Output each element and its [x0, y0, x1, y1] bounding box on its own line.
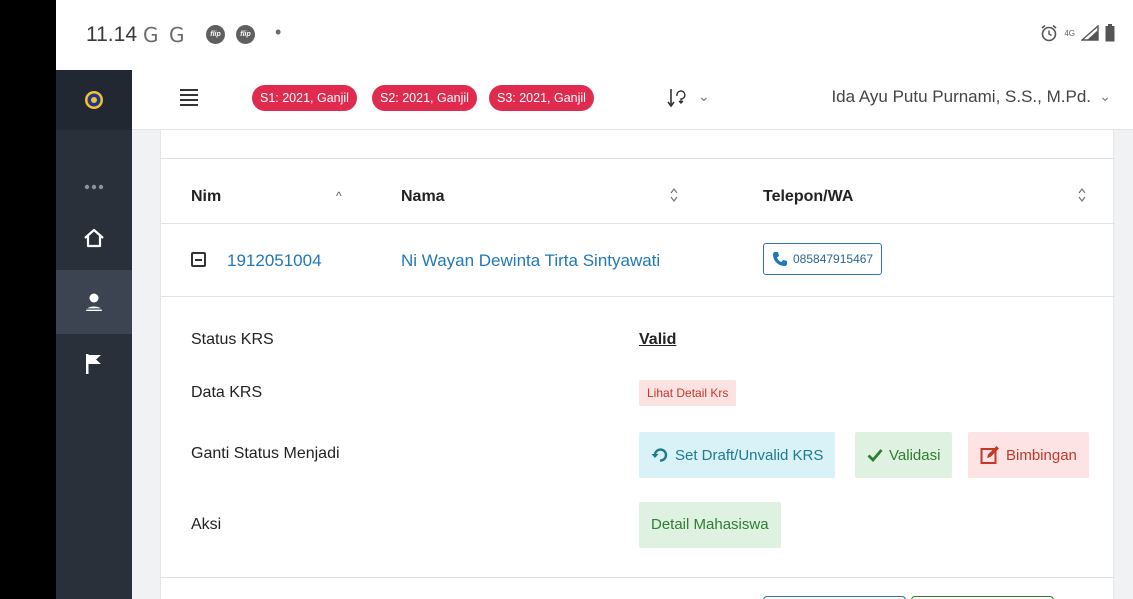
- more-dots-icon: [84, 184, 104, 190]
- status-icons: 4G: [1040, 24, 1115, 42]
- ganti-status-label: Ganti Status Menjadi: [191, 445, 340, 462]
- sort-both-icon[interactable]: [1077, 187, 1087, 203]
- google-icon: G: [169, 23, 185, 47]
- header-nama[interactable]: Nama: [401, 188, 445, 206]
- data-krs-label: Data KRS: [191, 384, 263, 401]
- set-draft-button[interactable]: Set Draft/Unvalid KRS: [639, 432, 836, 478]
- sidebar-item-students[interactable]: [56, 270, 132, 334]
- detail-bottom-divider: [161, 577, 1115, 578]
- header-divider: [161, 223, 1115, 224]
- aksi-label: Aksi: [191, 516, 222, 533]
- phone-number: 085847915467: [793, 252, 874, 266]
- set-draft-label: Set Draft/Unvalid KRS: [675, 446, 824, 464]
- sort-both-icon[interactable]: [669, 187, 679, 203]
- flip-icon: flip: [206, 25, 225, 44]
- lihat-detail-krs-button[interactable]: Lihat Detail Krs: [639, 380, 737, 406]
- detail-mahasiswa-button[interactable]: Detail Mahasiswa: [639, 502, 781, 548]
- sort-asc-icon[interactable]: ^: [336, 189, 342, 203]
- phone-icon: [773, 252, 787, 266]
- semester-pill-2[interactable]: S2: 2021, Ganjil: [372, 85, 477, 111]
- bimbingan-button[interactable]: Bimbingan: [968, 432, 1089, 478]
- user-icon: [85, 293, 103, 311]
- collapse-row-icon[interactable]: [191, 252, 206, 267]
- alarm-icon: [1041, 24, 1057, 42]
- semester-pill-3[interactable]: S3: 2021, Ganjil: [489, 85, 594, 111]
- sidebar: [56, 70, 132, 599]
- status-time: 11.14: [86, 23, 137, 46]
- signal-icon: [1081, 25, 1099, 41]
- notification-dot: •: [275, 22, 282, 42]
- student-nim-link[interactable]: 1912051004: [227, 251, 322, 271]
- student-name-link[interactable]: Ni Wayan Dewinta Tirta Sintyawati: [401, 251, 660, 271]
- edit-icon: [980, 446, 999, 464]
- check-icon: [867, 449, 883, 462]
- header-nim[interactable]: Nim: [191, 188, 221, 206]
- undo-icon: [651, 448, 668, 462]
- validasi-label: Validasi: [889, 446, 941, 464]
- chevron-down-icon[interactable]: ⌄: [698, 88, 710, 105]
- sidebar-item-flag[interactable]: [56, 332, 132, 396]
- flip-icon: flip: [236, 25, 255, 44]
- chevron-down-icon[interactable]: ⌄: [1099, 88, 1111, 105]
- status-bar: 11.14 G G flip flip • 4G: [56, 0, 1133, 70]
- student-table-card: Nim ^ Nama Telepon/WA 1912051004 Ni Waya…: [160, 130, 1115, 599]
- menu-toggle-icon[interactable]: [180, 89, 198, 106]
- network-label: 4G: [1064, 28, 1075, 38]
- table-top-border: [161, 158, 1115, 159]
- row-divider: [161, 296, 1115, 297]
- semester-pill-1[interactable]: S1: 2021, Ganjil: [252, 85, 357, 111]
- status-krs-value: Valid: [639, 331, 677, 348]
- home-icon: [84, 228, 104, 248]
- google-icon: G: [143, 23, 159, 47]
- sort-icon[interactable]: [667, 87, 687, 109]
- status-krs-label: Status KRS: [191, 331, 274, 348]
- sidebar-logo[interactable]: [56, 70, 132, 130]
- phone-button[interactable]: 085847915467: [763, 243, 883, 275]
- battery-icon: [1105, 24, 1115, 42]
- validasi-button[interactable]: Validasi: [855, 432, 953, 478]
- top-navbar: S1: 2021, Ganjil S2: 2021, Ganjil S3: 20…: [132, 70, 1133, 130]
- university-logo-icon: [85, 91, 103, 109]
- header-telepon[interactable]: Telepon/WA: [763, 188, 853, 206]
- screen-edge: [0, 0, 56, 599]
- flag-icon: [86, 354, 101, 374]
- sidebar-item-home[interactable]: [56, 206, 132, 270]
- bimbingan-label: Bimbingan: [1006, 446, 1077, 464]
- user-menu[interactable]: Ida Ayu Putu Purnami, S.S., M.Pd.: [831, 87, 1091, 107]
